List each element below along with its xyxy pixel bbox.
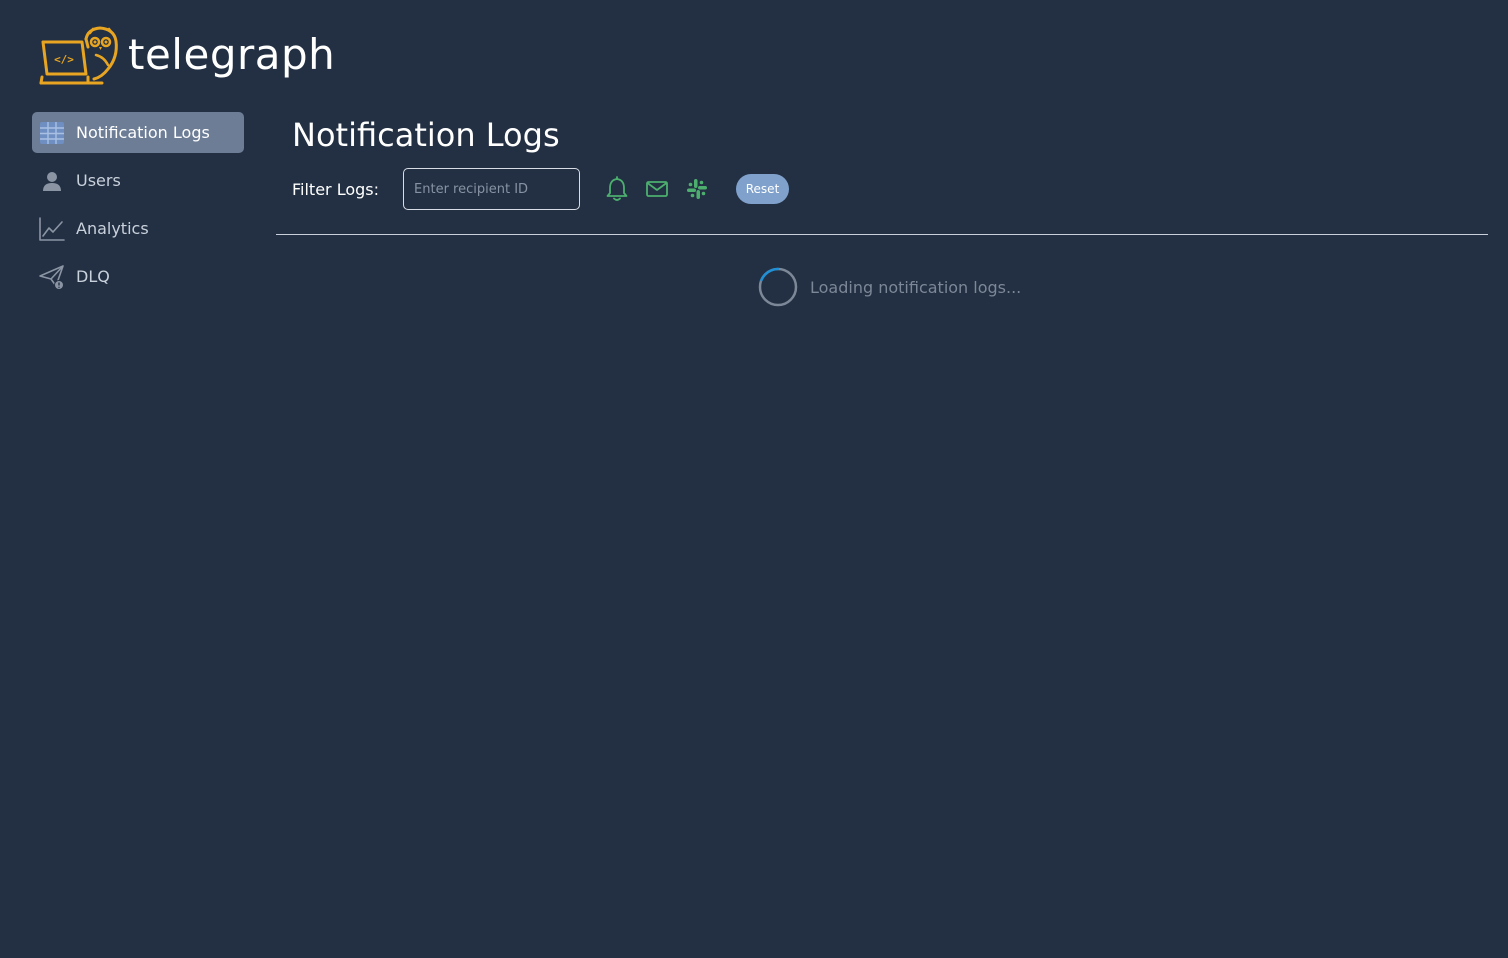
brand-name: telegraph: [128, 30, 336, 79]
sidebar-item-label: Notification Logs: [76, 123, 210, 142]
app-root: </> telegraph Notification Logs Users An…: [0, 0, 1508, 958]
sidebar-item-label: Users: [76, 171, 121, 190]
line-chart-icon: [39, 216, 65, 242]
sidebar-nav: Notification Logs Users Analytics DLQ: [32, 112, 244, 304]
user-icon: [39, 168, 65, 194]
bell-icon[interactable]: [604, 176, 630, 202]
filter-label: Filter Logs:: [292, 179, 380, 199]
recipient-id-input[interactable]: [403, 168, 581, 210]
paper-plane-alert-icon: [39, 264, 65, 290]
sidebar-item-dlq[interactable]: DLQ: [32, 256, 244, 297]
slack-icon[interactable]: [684, 176, 710, 202]
loading-indicator: Loading notification logs...: [758, 267, 1021, 307]
sidebar-item-users[interactable]: Users: [32, 160, 244, 201]
filter-bar: Filter Logs: Enter recipient ID Reset: [292, 168, 790, 210]
logo[interactable]: </> telegraph: [38, 24, 335, 88]
reset-button[interactable]: Reset: [736, 174, 790, 204]
channel-filter-group: [604, 176, 724, 202]
page-title: Notification Logs: [292, 116, 560, 154]
sidebar-item-notification-logs[interactable]: Notification Logs: [32, 112, 244, 153]
table-icon: [39, 120, 65, 146]
divider: [276, 234, 1488, 235]
loading-text: Loading notification logs...: [810, 277, 1022, 297]
svg-text:</>: </>: [54, 53, 74, 66]
sidebar-item-label: DLQ: [76, 267, 110, 286]
mail-icon[interactable]: [644, 176, 670, 202]
sidebar-item-analytics[interactable]: Analytics: [32, 208, 244, 249]
sidebar-item-label: Analytics: [76, 219, 149, 238]
owl-laptop-logo-icon: </>: [39, 26, 118, 85]
spinner-icon: [758, 267, 798, 307]
